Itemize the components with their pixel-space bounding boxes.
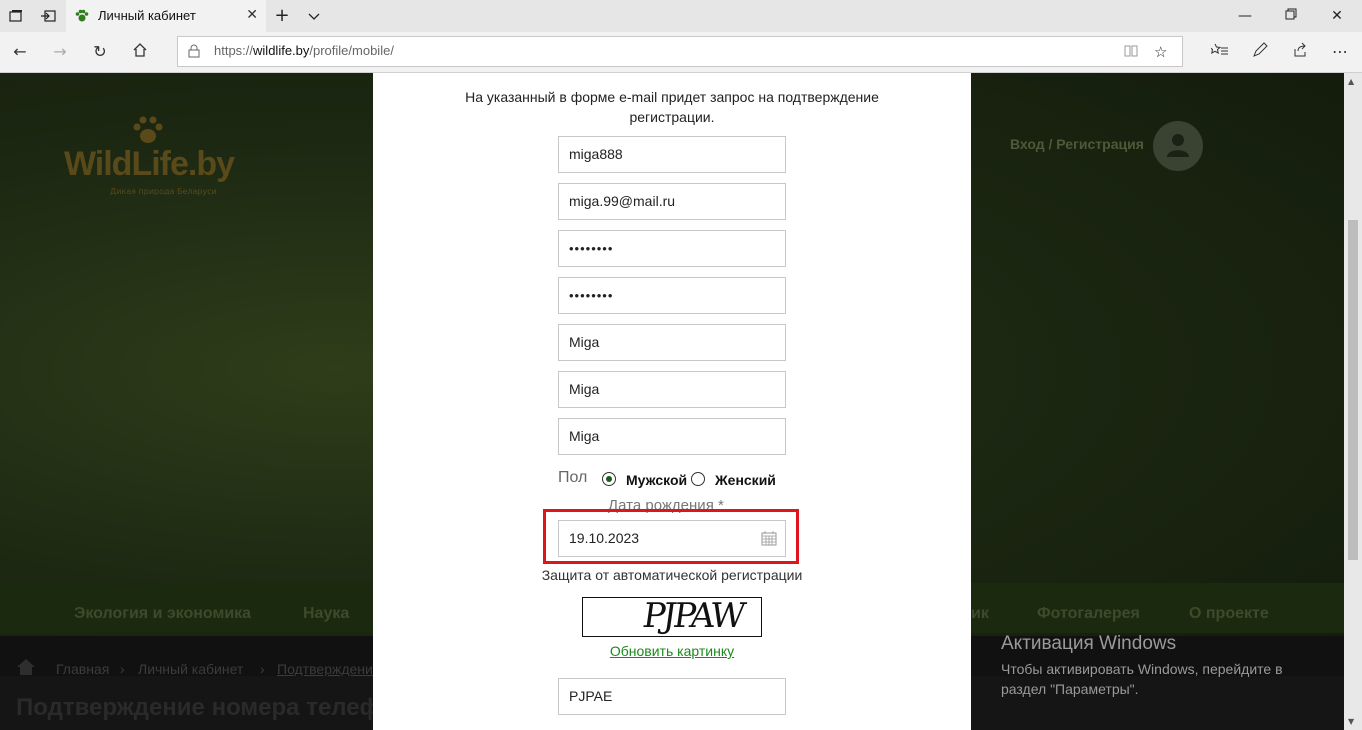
site-logo[interactable]: WildLife.by Дикая природа Беларуси [64,115,244,196]
paw-icon [75,9,89,22]
tab-manager-icon[interactable] [8,8,24,24]
home-crumb-icon[interactable] [16,658,36,676]
close-tab-icon[interactable]: ✕ [246,7,258,23]
user-icon [1167,134,1189,157]
restore-icon[interactable] [1281,6,1301,26]
page-title: Подтверждение номера телефо [16,694,395,721]
captcha-image-text: PJPAW [640,597,746,636]
menu-partial[interactable]: ик [971,605,989,623]
activation-text: Чтобы активировать Windows, перейдите в … [1001,661,1283,697]
login-register-link[interactable]: Вход / Регистрация [1010,136,1144,152]
address-bar[interactable]: https://wildlife.by/profile/mobile/ ☆ [177,36,1183,67]
tab-bar: Личный кабинет ✕ + — ✕ [0,0,1362,32]
favorites-hub-icon[interactable] [1209,42,1230,62]
gender-male-radio[interactable] [602,472,616,486]
menu-about[interactable]: О проекте [1189,605,1269,623]
tab-preview-chevron-icon[interactable] [306,8,322,24]
share-icon[interactable] [1290,42,1310,62]
logo-text: WildLife.by [64,145,235,183]
windows-activation-watermark: Активация Windows Чтобы активировать Win… [1001,633,1321,699]
captcha-label: Защита от автоматической регистрации [541,567,803,583]
menu-photogallery[interactable]: Фотогалерея [1037,605,1140,623]
favorite-star-icon[interactable]: ☆ [1154,43,1167,61]
minimize-icon[interactable]: — [1235,6,1255,26]
gender-female-label[interactable]: Женский [715,472,776,488]
reading-view-icon[interactable] [1123,43,1139,63]
registration-modal: На указанный в форме e-mail придет запро… [373,73,971,730]
logo-subtitle: Дикая природа Беларуси [110,187,217,196]
forward-icon[interactable]: → [50,42,70,62]
crumb-separator: › [260,661,265,677]
pen-icon[interactable] [1250,42,1270,62]
tab-title: Личный кабинет [98,8,196,23]
email-field[interactable]: miga.99@mail.ru [558,183,786,220]
scroll-down-icon[interactable]: ▼ [1348,717,1354,726]
menu-science[interactable]: Наука [303,605,349,623]
refresh-captcha-link[interactable]: Обновить картинку [493,643,851,659]
gender-label: Пол [558,469,588,486]
name-field-1[interactable]: Miga [558,324,786,361]
back-icon[interactable]: ← [10,42,30,62]
paw-logo-icon [133,116,163,143]
refresh-icon[interactable]: ↻ [90,42,110,62]
activation-title: Активация Windows [1001,633,1177,654]
set-aside-tabs-icon[interactable] [40,8,56,24]
intro-text: На указанный в форме e-mail придет запро… [465,89,879,125]
gender-male-label[interactable]: Мужской [626,472,687,488]
password-confirm-field[interactable]: •••••••• [558,277,786,314]
gender-female-radio[interactable] [691,472,705,486]
password-field[interactable]: •••••••• [558,230,786,267]
scroll-up-icon[interactable]: ▲ [1348,77,1354,86]
scrollbar[interactable]: ▲ ▼ [1344,73,1362,730]
crumb-cabinet[interactable]: Личный кабинет [138,661,243,677]
name-field-2[interactable]: Miga [558,371,786,408]
menu-ecology[interactable]: Экология и экономика [74,605,251,623]
close-window-icon[interactable]: ✕ [1327,6,1347,26]
new-tab-icon[interactable]: + [274,7,290,25]
birthdate-field[interactable]: 19.10.2023 [558,520,786,557]
navigation-bar: ← → ↻ https://wildlife.by/profile/mobile… [0,32,1362,73]
more-icon[interactable]: ⋯ [1330,42,1350,62]
home-icon[interactable] [130,42,150,62]
tab-active[interactable]: Личный кабинет ✕ [66,0,266,32]
lock-icon [188,44,200,58]
crumb-separator: › [120,661,125,677]
birthdate-value: 19.10.2023 [569,530,640,546]
captcha-image: PJPAW [582,597,762,637]
crumb-current[interactable]: Подтверждени [277,661,373,677]
url-text: https://wildlife.by/profile/mobile/ [214,43,394,58]
avatar[interactable] [1153,121,1203,171]
captcha-input[interactable]: PJPAE [558,678,786,715]
name-field-3[interactable]: Miga [558,418,786,455]
crumb-home[interactable]: Главная [56,661,109,677]
login-field[interactable]: miga888 [558,136,786,173]
scroll-thumb[interactable] [1348,220,1358,560]
calendar-icon[interactable] [761,530,777,546]
